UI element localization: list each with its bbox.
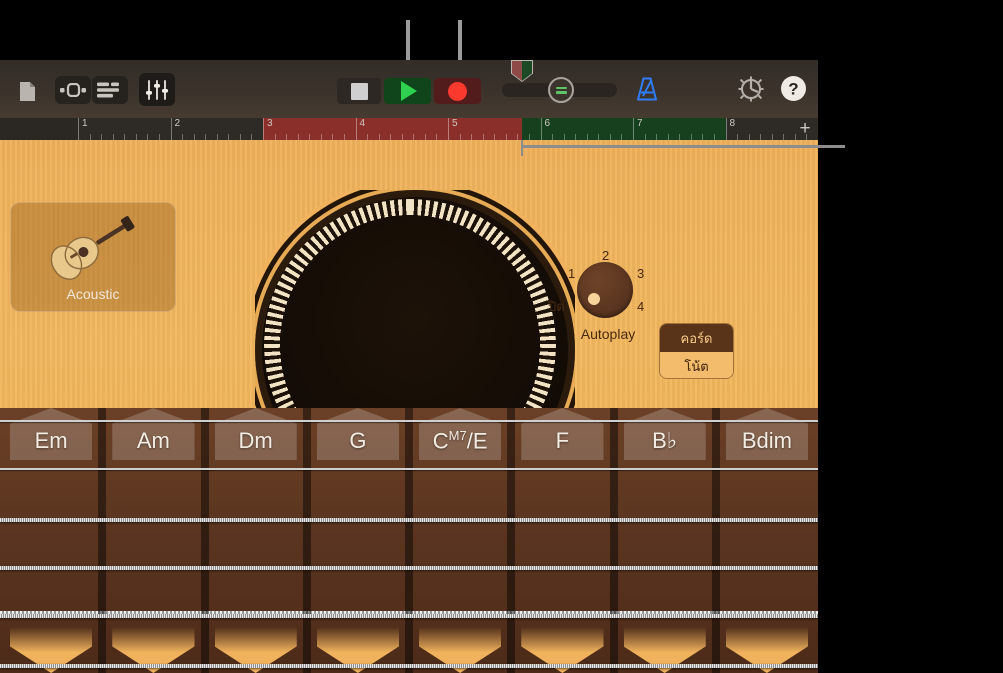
record-button[interactable] bbox=[434, 78, 481, 104]
track-region-line bbox=[521, 145, 818, 148]
chord-button-Bdim[interactable]: Bdim bbox=[725, 408, 808, 460]
track-region-line-overflow bbox=[818, 145, 845, 148]
metronome-icon[interactable] bbox=[632, 74, 662, 104]
chord-button-C[interactable]: CM7/E bbox=[419, 408, 502, 460]
autoplay-knob-indicator bbox=[588, 293, 600, 305]
acoustic-guitar-icon bbox=[41, 213, 141, 290]
record-icon bbox=[448, 81, 467, 101]
chord-label: B♭ bbox=[652, 428, 678, 453]
ruler-bar-number: 2 bbox=[174, 118, 181, 129]
autoplay-label-2: 2 bbox=[602, 248, 610, 263]
stop-button[interactable] bbox=[337, 78, 381, 104]
track-view-icon[interactable] bbox=[92, 76, 128, 104]
autoplay-label-3: 3 bbox=[637, 266, 645, 281]
chord-label: Dm bbox=[238, 428, 273, 453]
add-track-button[interactable]: + bbox=[796, 119, 814, 138]
stop-icon bbox=[350, 82, 368, 100]
garageband-window: ? 1 2 3 4 5 6 7 8 + Acoustic ปิด 1 2 3 4 Autopl… bbox=[0, 60, 818, 673]
master-volume-knob[interactable] bbox=[548, 77, 574, 103]
ruler-bar-tick bbox=[170, 118, 172, 140]
autoplay-label-off: ปิด bbox=[548, 299, 565, 314]
chord-column-separator bbox=[507, 408, 516, 673]
string-6-e[interactable] bbox=[0, 664, 818, 668]
chord-label: Em bbox=[34, 428, 68, 453]
chord-button-Am[interactable]: Am bbox=[112, 408, 195, 460]
string-5-a[interactable] bbox=[0, 614, 818, 618]
chord-label: F bbox=[555, 428, 570, 453]
instrument-stage: Acoustic ปิด 1 2 3 4 Autoplay คอร์ด โน้ต… bbox=[0, 140, 818, 673]
autoplay-knob[interactable] bbox=[577, 262, 633, 318]
ruler-bar-tick bbox=[633, 118, 634, 140]
chord-note-toggle[interactable]: คอร์ด โน้ต bbox=[659, 323, 734, 379]
ruler-bar-number: 6 bbox=[544, 118, 551, 129]
ruler-track[interactable]: 1 2 3 4 5 6 7 8 bbox=[78, 118, 818, 140]
ruler-bar-tick bbox=[78, 118, 79, 140]
chord-label: CM7/E bbox=[432, 427, 488, 453]
chord-button-B[interactable]: B♭ bbox=[623, 408, 706, 460]
play-icon bbox=[401, 81, 417, 101]
mixer-icon[interactable] bbox=[139, 73, 175, 106]
string-2-b[interactable] bbox=[0, 468, 818, 470]
svg-text:?: ? bbox=[788, 80, 798, 99]
autoplay-control[interactable]: ปิด 1 2 3 4 Autoplay bbox=[548, 240, 668, 350]
chord-label: Bdim bbox=[741, 428, 792, 453]
chord-label: G bbox=[349, 428, 367, 453]
ruler-bar-number: 4 bbox=[359, 118, 366, 129]
ruler-bar-tick bbox=[355, 118, 357, 140]
string-1-e[interactable] bbox=[0, 420, 818, 422]
toggle-option-note[interactable]: โน้ต bbox=[660, 352, 733, 378]
gear-icon[interactable] bbox=[736, 74, 766, 104]
callout-line-record bbox=[458, 20, 462, 60]
chord-column-separator bbox=[200, 408, 209, 673]
help-icon[interactable]: ? bbox=[780, 75, 807, 102]
chord-button-Dm[interactable]: Dm bbox=[214, 408, 297, 460]
ruler-bar-tick bbox=[263, 118, 264, 140]
soundhole bbox=[255, 190, 575, 420]
ruler-bar-number: 8 bbox=[729, 118, 736, 129]
chord-button-G[interactable]: G bbox=[316, 408, 399, 460]
chord-column-separator bbox=[98, 408, 107, 673]
ruler-bar-tick bbox=[448, 118, 449, 140]
chord-button-Em[interactable]: Em bbox=[10, 408, 93, 460]
autoplay-label-1: 1 bbox=[568, 266, 576, 281]
chord-column-separator bbox=[302, 408, 311, 673]
chord-column-separator bbox=[711, 408, 720, 673]
play-button[interactable] bbox=[384, 78, 431, 104]
timeline-ruler[interactable]: 1 2 3 4 5 6 7 8 + bbox=[0, 118, 818, 140]
ruler-bar-number: 7 bbox=[637, 118, 643, 129]
string-4-d[interactable] bbox=[0, 566, 818, 570]
chord-button-F[interactable]: F bbox=[521, 408, 604, 460]
instrument-name-label: Acoustic bbox=[66, 286, 120, 302]
ruler-bar-tick bbox=[725, 118, 727, 140]
chord-column-separator bbox=[609, 408, 618, 673]
toolbar: ? bbox=[0, 60, 818, 118]
ruler-bar-number: 5 bbox=[452, 118, 458, 129]
toggle-option-chord[interactable]: คอร์ด bbox=[660, 324, 733, 352]
autoplay-label-4: 4 bbox=[637, 299, 645, 314]
ruler-bar-number: 1 bbox=[82, 118, 88, 129]
chord-column-separator bbox=[405, 408, 413, 673]
loops-icon[interactable] bbox=[55, 76, 91, 104]
screenshot-root: ? 1 2 3 4 5 6 7 8 + Acoustic ปิด 1 2 3 4 Autopl… bbox=[0, 0, 1003, 673]
autoplay-title: Autoplay bbox=[580, 326, 636, 342]
string-3-g[interactable] bbox=[0, 518, 818, 522]
instrument-selector-card[interactable]: Acoustic bbox=[10, 202, 176, 312]
callout-line-play bbox=[406, 20, 410, 60]
playhead-line bbox=[521, 140, 523, 156]
ruler-bar-number: 3 bbox=[267, 118, 273, 129]
ruler-bar-tick bbox=[540, 118, 542, 140]
chord-label: Am bbox=[136, 428, 170, 453]
fretboard[interactable]: Em Am Dm G CM7/E F B♭ Bdim bbox=[0, 408, 818, 673]
document-icon[interactable] bbox=[12, 76, 42, 106]
